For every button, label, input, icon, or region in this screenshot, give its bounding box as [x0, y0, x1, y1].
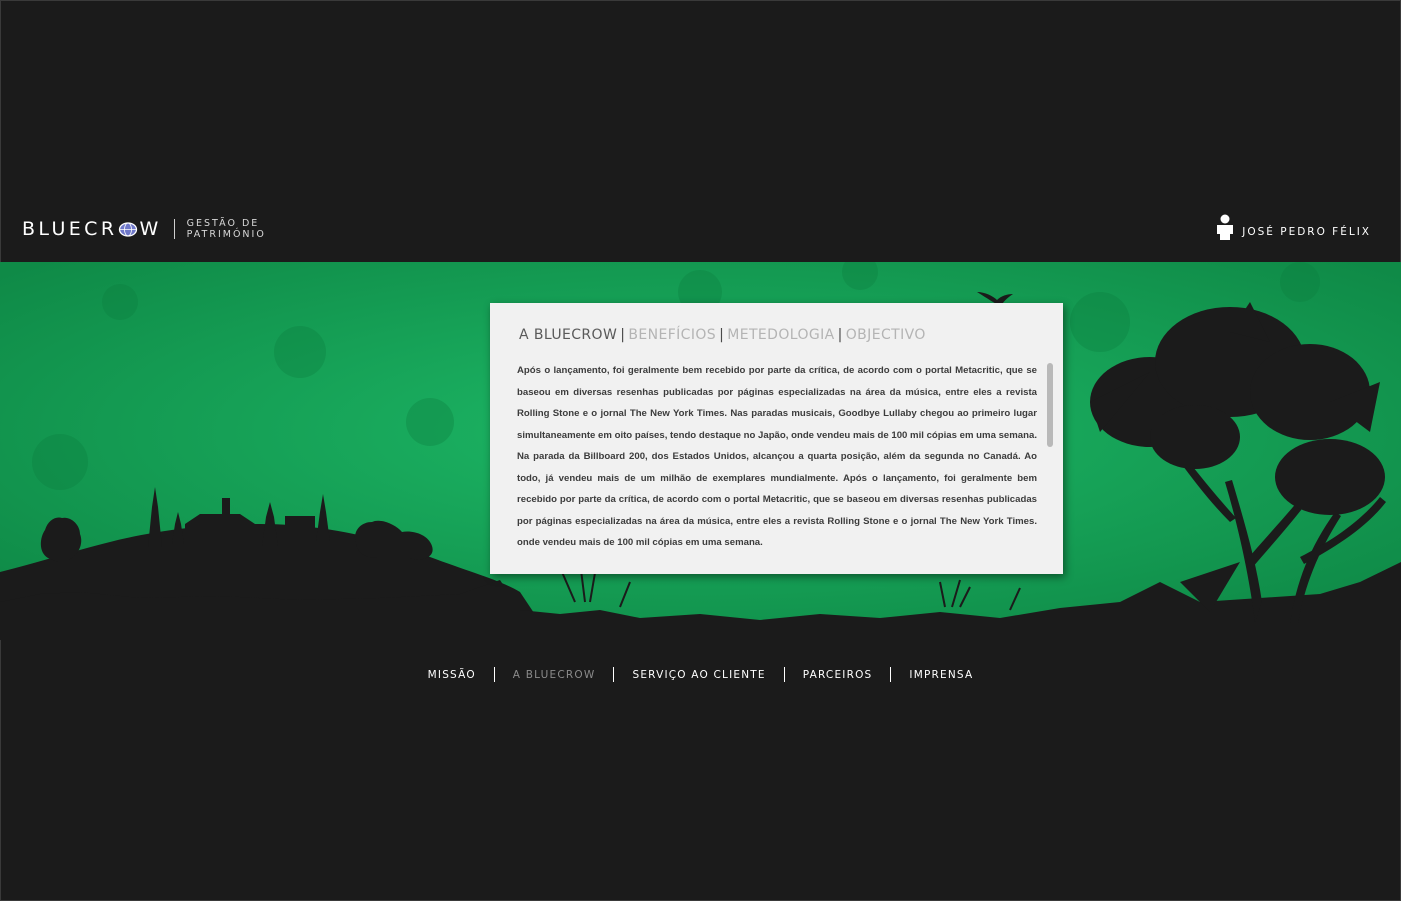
nav-divider	[613, 667, 615, 682]
tagline-line2: PATRIMÓNIO	[186, 229, 266, 240]
footer-nav: MISSÃO A BLUECROW SERVIÇO AO CLIENTE PAR…	[0, 667, 1401, 682]
nav-item-imprensa[interactable]: IMPRENSA	[909, 669, 973, 681]
globe-icon	[119, 221, 138, 237]
tab-separator: |	[719, 327, 725, 343]
brand-wordmark: BLUECR W	[22, 218, 162, 240]
tab-separator: |	[620, 327, 626, 343]
user-account[interactable]: JOSÉ PEDRO FÉLIX	[1216, 214, 1371, 240]
brand-logo[interactable]: BLUECR W GESTÃO DE PATRIMÓNIO	[22, 218, 266, 240]
card-body-text: Após o lançamento, foi geralmente bem re…	[517, 365, 1037, 548]
nav-divider	[890, 667, 892, 682]
logo-divider	[173, 219, 175, 239]
card-tabs: A BLUECROW | BENEFÍCIOS | METEDOLOGIA | OBJECT…	[519, 327, 926, 343]
user-name: JOSÉ PEDRO FÉLIX	[1242, 226, 1371, 238]
scrollbar-thumb[interactable]	[1047, 363, 1053, 447]
nav-item-parceiros[interactable]: PARCEIROS	[803, 669, 873, 681]
tab-objectivo[interactable]: OBJECTIVO	[846, 327, 926, 343]
brand-name-part2: W	[139, 218, 162, 240]
nav-item-missao[interactable]: MISSÃO	[428, 669, 476, 681]
content-card: A BLUECROW | BENEFÍCIOS | METEDOLOGIA | OBJECT…	[490, 303, 1063, 574]
nav-item-a-bluecrow[interactable]: A BLUECROW	[513, 669, 596, 681]
card-scrollbar[interactable]	[1047, 363, 1053, 447]
nav-divider	[783, 667, 785, 682]
tab-metedologia[interactable]: METEDOLOGIA	[727, 327, 834, 343]
tagline-line1: GESTÃO DE	[186, 218, 260, 229]
nav-item-servico-ao-cliente[interactable]: SERVIÇO AO CLIENTE	[632, 669, 765, 681]
tab-beneficios[interactable]: BENEFÍCIOS	[628, 327, 716, 343]
nav-divider	[493, 667, 495, 682]
user-icon	[1217, 214, 1234, 240]
tab-a-bluecrow[interactable]: A BLUECROW	[519, 327, 617, 343]
brand-tagline: GESTÃO DE PATRIMÓNIO	[187, 218, 266, 240]
brand-name-part1: BLUECR	[22, 218, 118, 240]
tab-separator: |	[837, 327, 843, 343]
